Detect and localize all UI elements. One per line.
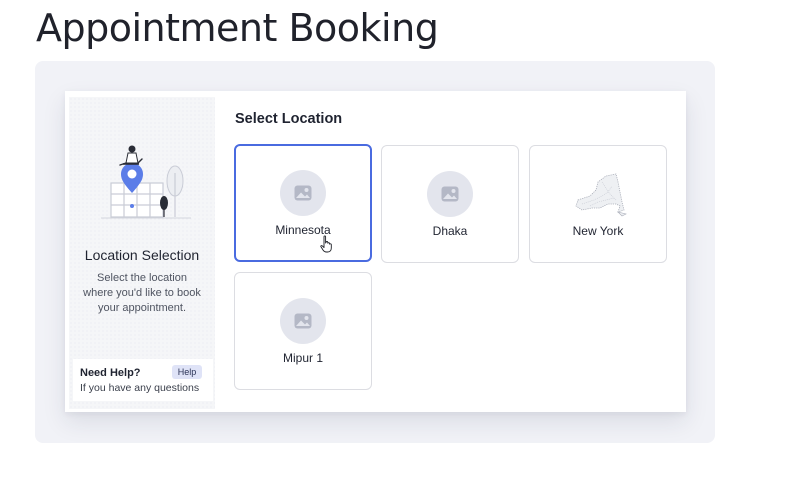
help-title: Need Help? bbox=[80, 367, 141, 379]
location-card-dhaka[interactable]: Dhaka bbox=[381, 145, 519, 263]
location-card-label: Mipur 1 bbox=[282, 351, 323, 365]
select-location-heading: Select Location bbox=[235, 111, 343, 127]
booking-panel: Location Selection Select the location w… bbox=[65, 91, 686, 412]
location-card-new-york[interactable]: New York bbox=[529, 145, 667, 263]
image-placeholder-icon bbox=[427, 171, 473, 217]
location-pin-map-icon bbox=[101, 145, 191, 219]
sidebar: Location Selection Select the location w… bbox=[69, 97, 215, 409]
hand-cursor-icon bbox=[320, 235, 332, 253]
image-placeholder-icon bbox=[280, 170, 326, 216]
new-york-map-icon bbox=[575, 173, 627, 217]
image-placeholder-icon bbox=[280, 298, 326, 344]
location-card-label: Minnesota bbox=[275, 223, 331, 237]
location-card-label: Dhaka bbox=[432, 224, 468, 238]
location-card-minnesota[interactable]: Minnesota bbox=[234, 144, 372, 262]
sidebar-title: Location Selection bbox=[84, 247, 200, 263]
sidebar-description: Select the location where you'd like to … bbox=[83, 272, 201, 314]
page-title: Appointment Booking bbox=[36, 6, 439, 50]
location-card-mipur-1[interactable]: Mipur 1 bbox=[234, 272, 372, 390]
location-card-label: New York bbox=[572, 224, 624, 238]
help-text: If you have any questions bbox=[80, 382, 200, 394]
help-button[interactable]: Help bbox=[172, 365, 202, 379]
